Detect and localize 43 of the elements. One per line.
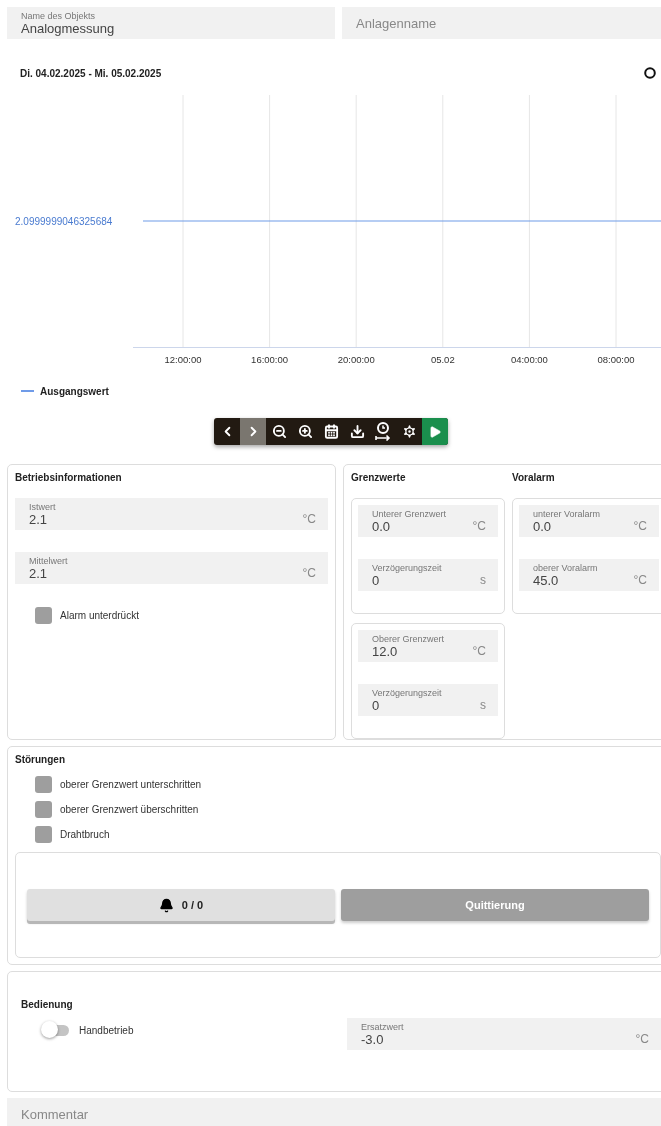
- value-field[interactable]: Verzögerungszeit 0 s: [358, 559, 498, 591]
- checkbox[interactable]: [35, 801, 52, 818]
- value-field[interactable]: Unterer Grenzwert 0.0 °C: [358, 505, 498, 537]
- panel-title: Betriebsinformationen: [15, 471, 123, 485]
- checkbox[interactable]: [35, 826, 52, 843]
- name-field[interactable]: Name des Objekts Analogmessung: [7, 7, 335, 39]
- date-range: Di. 04.02.2025 - Mi. 05.02.2025: [20, 67, 162, 79]
- x-tick-label: 12:00:00: [164, 354, 202, 365]
- bell-icon: [158, 897, 174, 913]
- checkbox-label: oberer Grenzwert überschritten: [60, 804, 199, 815]
- checkbox-label: Drahtbruch: [60, 829, 110, 840]
- calendar-icon: [323, 424, 339, 439]
- value-field[interactable]: Verzögerungszeit 0 s: [358, 684, 498, 716]
- value-field[interactable]: oberer Voralarm 45.0 °C: [519, 559, 659, 591]
- value-field[interactable]: Oberer Grenzwert 12.0 °C: [358, 630, 498, 662]
- value-label: 2.0999999046325684: [15, 215, 113, 227]
- circle-icon[interactable]: [644, 67, 656, 79]
- panel-title: Störungen: [15, 753, 66, 767]
- x-tick-label: 04:00:00: [510, 354, 548, 365]
- x-tick-label: 16:00:00: [251, 354, 289, 365]
- x-tick-label: 08:00:00: [597, 354, 635, 365]
- toggle-label: Handbetrieb: [79, 1024, 134, 1036]
- alarm-count-button[interactable]: 0 / 0: [27, 889, 335, 921]
- x-tick-label: 20:00:00: [337, 354, 375, 365]
- checkbox[interactable]: [35, 607, 52, 624]
- toggle-switch[interactable]: [41, 1021, 69, 1039]
- x-tick-label: 05.02: [430, 354, 455, 365]
- checkbox-label: Alarm unterdrückt: [60, 610, 139, 621]
- panel-title: Grenzwerte: [351, 471, 407, 485]
- value-field[interactable]: unterer Voralarm 0.0 °C: [519, 505, 659, 537]
- value-field[interactable]: Istwert 2.1 °C: [15, 498, 328, 530]
- play-icon: [428, 424, 442, 439]
- download-icon: [349, 424, 365, 439]
- checkbox[interactable]: [35, 776, 52, 793]
- panel-title: Voralarm: [512, 471, 556, 485]
- checkbox-label: oberer Grenzwert unterschritten: [60, 779, 202, 790]
- clock-arrow-icon: [374, 422, 392, 441]
- zoom-in-icon: [297, 424, 313, 439]
- value-field[interactable]: Ersatzwert -3.0 °C: [347, 1018, 661, 1050]
- panel-title: Bedienung: [21, 998, 74, 1012]
- value-field[interactable]: Mittelwert 2.1 °C: [15, 552, 328, 584]
- legend-label[interactable]: Ausgangswert: [40, 385, 109, 397]
- zoom-out-icon: [271, 424, 287, 439]
